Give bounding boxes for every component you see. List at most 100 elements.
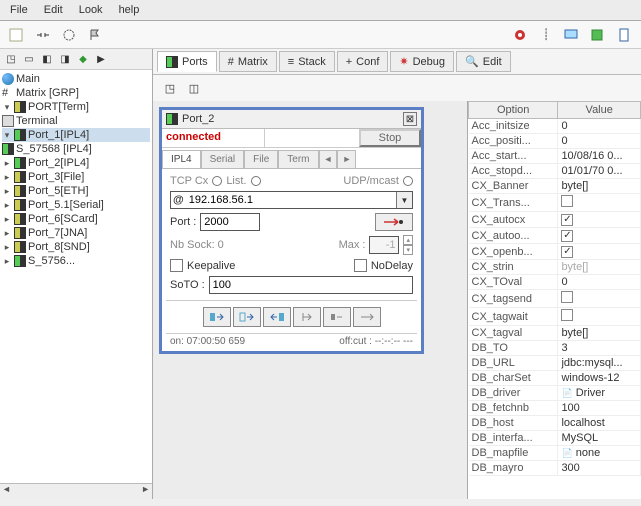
option-row[interactable]: DB_URLjdbc:mysql... — [469, 356, 641, 371]
side-tool-3[interactable]: ◧ — [40, 52, 54, 66]
btn-2[interactable] — [233, 307, 261, 327]
menu-edit[interactable]: Edit — [38, 2, 69, 18]
tab-stack[interactable]: ≡Stack — [279, 51, 335, 72]
maximize-icon[interactable]: ⊠ — [403, 112, 417, 126]
option-row[interactable]: CX_autocx — [469, 212, 641, 228]
tab-edit[interactable]: 🔍Edit — [456, 51, 511, 72]
option-value[interactable]: byte[] — [558, 326, 641, 341]
tree-matrix[interactable]: #Matrix [GRP] — [2, 86, 150, 100]
connect-button[interactable] — [375, 213, 413, 231]
cascade-icon[interactable]: ◳ — [161, 79, 179, 97]
option-checkbox[interactable] — [561, 309, 573, 321]
option-value[interactable] — [558, 244, 641, 260]
option-value[interactable]: 3 — [558, 341, 641, 356]
ptab-scroll-right[interactable]: ► — [337, 150, 356, 168]
sidebar-hscroll[interactable] — [0, 483, 152, 499]
option-row[interactable]: CX_Trans... — [469, 194, 641, 212]
tab-ports[interactable]: Ports — [157, 51, 217, 72]
btn-5[interactable] — [323, 307, 351, 327]
menu-look[interactable]: Look — [73, 2, 109, 18]
side-tool-2[interactable]: ▭ — [22, 52, 36, 66]
option-row[interactable]: Acc_stopd...01/01/70 0... — [469, 164, 641, 179]
option-row[interactable]: DB_interfa...MySQL — [469, 431, 641, 446]
connect-icon[interactable] — [34, 26, 52, 44]
option-row[interactable]: DB_mayro300 — [469, 461, 641, 476]
record-icon[interactable] — [60, 26, 78, 44]
new-icon[interactable] — [8, 26, 26, 44]
btn-1[interactable] — [203, 307, 231, 327]
tree-terminal[interactable]: Terminal — [2, 114, 150, 128]
side-tool-5[interactable]: ◆ — [76, 52, 90, 66]
tree-port1[interactable]: ▾Port_1[IPL4] — [2, 128, 150, 142]
option-row[interactable]: CX_openb... — [469, 244, 641, 260]
option-checkbox[interactable] — [561, 246, 573, 258]
option-value[interactable] — [558, 194, 641, 212]
side-tool-1[interactable]: ◳ — [4, 52, 18, 66]
option-value[interactable]: 100 — [558, 401, 641, 416]
spin-down[interactable]: ▾ — [403, 245, 413, 255]
soto-input[interactable] — [209, 276, 413, 294]
option-row[interactable]: CX_tagvalbyte[] — [469, 326, 641, 341]
option-row[interactable]: DB_hostlocalhost — [469, 416, 641, 431]
tab-matrix[interactable]: #Matrix — [219, 51, 277, 72]
option-row[interactable]: CX_TOval0 — [469, 275, 641, 290]
option-value[interactable]: 300 — [558, 461, 641, 476]
option-row[interactable]: CX_strinbyte[] — [469, 260, 641, 275]
tab-debug[interactable]: ✷Debug — [390, 51, 454, 72]
window-titlebar[interactable]: Port_2 ⊠ — [162, 110, 421, 129]
spin-up[interactable]: ▴ — [403, 235, 413, 245]
tree-port-term[interactable]: ▾PORT[Term] — [2, 100, 150, 114]
port-input[interactable] — [200, 213, 260, 231]
option-value[interactable] — [558, 290, 641, 308]
monitor-icon[interactable] — [563, 26, 581, 44]
ptab-term[interactable]: Term — [278, 150, 318, 168]
ptab-ipl4[interactable]: IPL4 — [162, 150, 201, 168]
disk-icon[interactable] — [589, 26, 607, 44]
keepalive-checkbox[interactable] — [170, 259, 183, 272]
tree-port5[interactable]: ▸Port_5[ETH] — [2, 184, 150, 198]
ip-input[interactable] — [186, 192, 396, 208]
tree-s5756[interactable]: ▸S_5756... — [2, 254, 150, 268]
option-value[interactable]: 📄 none — [558, 446, 641, 461]
col-value[interactable]: Value — [558, 102, 641, 119]
option-value[interactable]: byte[] — [558, 260, 641, 275]
tree-view[interactable]: Main #Matrix [GRP] ▾PORT[Term] Terminal … — [0, 70, 152, 483]
option-row[interactable]: CX_Bannerbyte[] — [469, 179, 641, 194]
option-checkbox[interactable] — [561, 195, 573, 207]
tree-port3[interactable]: ▸Port_3[File] — [2, 170, 150, 184]
option-row[interactable]: Acc_positi...0 — [469, 134, 641, 149]
btn-3[interactable] — [263, 307, 291, 327]
max-input[interactable] — [369, 236, 399, 254]
dropdown-icon[interactable]: ▼ — [396, 192, 412, 208]
option-row[interactable]: Acc_start...10/08/16 0... — [469, 149, 641, 164]
option-value[interactable] — [558, 212, 641, 228]
flag-icon[interactable] — [86, 26, 104, 44]
tree-s57568[interactable]: S_57568 [IPL4] — [2, 142, 150, 156]
ptab-file[interactable]: File — [244, 150, 278, 168]
option-row[interactable]: CX_autoo... — [469, 228, 641, 244]
option-row[interactable]: DB_TO3 — [469, 341, 641, 356]
option-value[interactable]: jdbc:mysql... — [558, 356, 641, 371]
nodelay-checkbox[interactable] — [354, 259, 367, 272]
tcpcx-radio[interactable] — [212, 176, 222, 186]
menu-file[interactable]: File — [4, 2, 34, 18]
tab-conf[interactable]: +Conf — [337, 51, 389, 72]
tree-main[interactable]: Main — [2, 72, 150, 86]
option-row[interactable]: DB_fetchnb100 — [469, 401, 641, 416]
option-checkbox[interactable] — [561, 230, 573, 242]
tile-icon[interactable]: ◫ — [185, 79, 203, 97]
ptab-serial[interactable]: Serial — [201, 150, 245, 168]
option-value[interactable]: MySQL — [558, 431, 641, 446]
ptab-scroll-left[interactable]: ◄ — [319, 150, 338, 168]
option-value[interactable] — [558, 228, 641, 244]
option-row[interactable]: CX_tagsend — [469, 290, 641, 308]
option-value[interactable]: 📄 Driver — [558, 386, 641, 401]
tree-port8[interactable]: ▸Port_8[SND] — [2, 240, 150, 254]
tree-port6[interactable]: ▸Port_6[SCard] — [2, 212, 150, 226]
udp-radio[interactable] — [403, 176, 413, 186]
option-value[interactable]: 10/08/16 0... — [558, 149, 641, 164]
gear-red-icon[interactable] — [511, 26, 529, 44]
menu-help[interactable]: help — [113, 2, 146, 18]
side-tool-4[interactable]: ◨ — [58, 52, 72, 66]
btn-4[interactable] — [293, 307, 321, 327]
